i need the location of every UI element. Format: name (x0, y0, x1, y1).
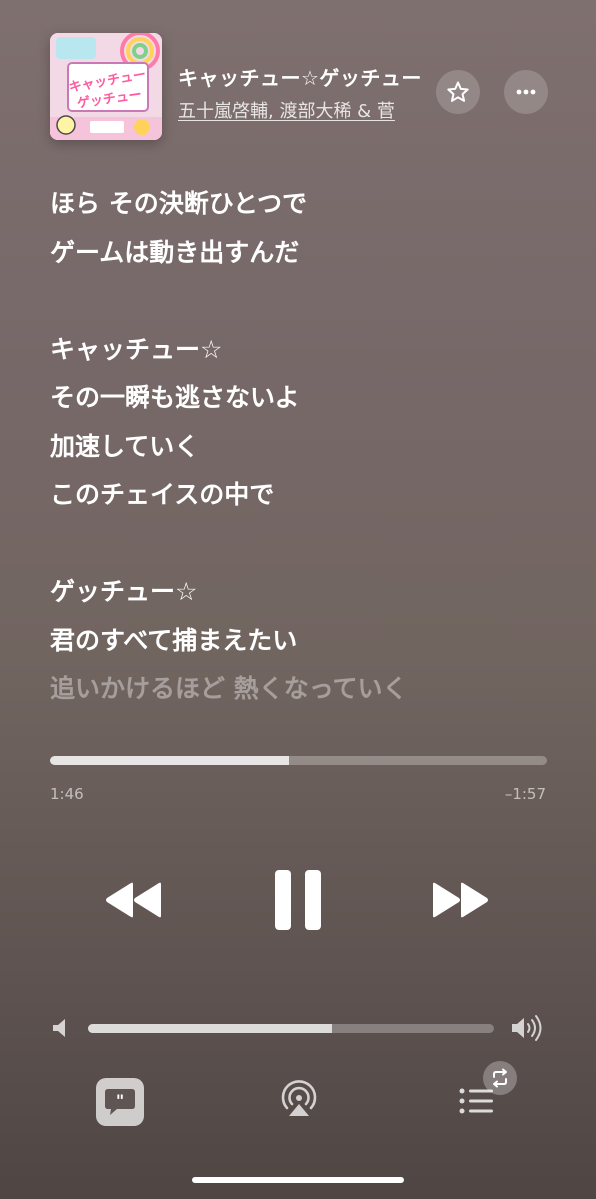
lyric-line[interactable]: このチェイスの中で (50, 471, 570, 520)
svg-text:": " (116, 1091, 124, 1110)
pause-icon (275, 870, 321, 930)
progress-scrubber[interactable] (50, 756, 547, 765)
more-button[interactable] (504, 70, 548, 114)
airplay-icon (281, 1080, 317, 1116)
song-title: キャッチュー☆ゲッチュー (178, 66, 422, 90)
rewind-button[interactable] (98, 872, 170, 928)
lyrics-toggle-button[interactable]: " (96, 1078, 144, 1126)
lyric-line[interactable]: ゲームは動き出すんだ (50, 229, 570, 278)
lyric-line[interactable]: キャッチュー☆ (50, 326, 570, 375)
elapsed-time: 1:46 (50, 785, 84, 803)
lyrics-view[interactable]: ほら その決断ひとつで ゲームは動き出すんだ キャッチュー☆ その一瞬も逃さないよ 加速… (50, 180, 570, 714)
lyric-line[interactable]: その一瞬も逃さないよ (50, 374, 570, 423)
forward-button[interactable] (424, 872, 496, 928)
volume-slider[interactable] (88, 1024, 494, 1033)
quote-bubble-icon: " (105, 1089, 135, 1115)
volume-max-button[interactable] (510, 1014, 546, 1042)
progress-fill (50, 756, 289, 765)
artist-names[interactable]: 五十嵐啓輔, 渡部大稀 & 菅 (178, 97, 430, 123)
favorite-button[interactable] (436, 70, 480, 114)
lyric-line[interactable]: 追いかけるほど 熱くなっていく (50, 665, 570, 714)
rewind-icon (106, 882, 161, 918)
album-artwork[interactable]: キャッチュー ゲッチュー (50, 33, 162, 140)
track-info[interactable]: キャッチュー☆ゲッチュー 五十嵐啓輔, 渡部大稀 & 菅 (178, 62, 430, 123)
volume-min-button[interactable] (50, 1016, 72, 1040)
lyric-line[interactable]: 加速していく (50, 423, 570, 472)
speaker-high-icon (512, 1015, 542, 1041)
pause-button[interactable] (268, 866, 328, 934)
lyric-gap (50, 520, 570, 569)
repeat-icon (493, 1068, 507, 1088)
fast-forward-icon (433, 882, 488, 918)
home-indicator[interactable] (192, 1177, 404, 1183)
remaining-time: –1:57 (504, 785, 546, 803)
volume-fill (88, 1024, 332, 1033)
lyric-line[interactable]: ゲッチュー☆ (50, 568, 570, 617)
lyric-line[interactable]: 君のすべて捕まえたい (50, 617, 570, 666)
album-artwork-image: キャッチュー ゲッチュー (50, 33, 162, 140)
lyric-line[interactable]: ほら その決断ひとつで (50, 180, 570, 229)
star-icon (447, 81, 469, 102)
lyric-gap (50, 277, 570, 326)
repeat-indicator[interactable] (483, 1061, 517, 1095)
ellipsis-icon (516, 89, 536, 95)
airplay-button[interactable] (278, 1078, 320, 1120)
speaker-low-icon (53, 1019, 65, 1037)
